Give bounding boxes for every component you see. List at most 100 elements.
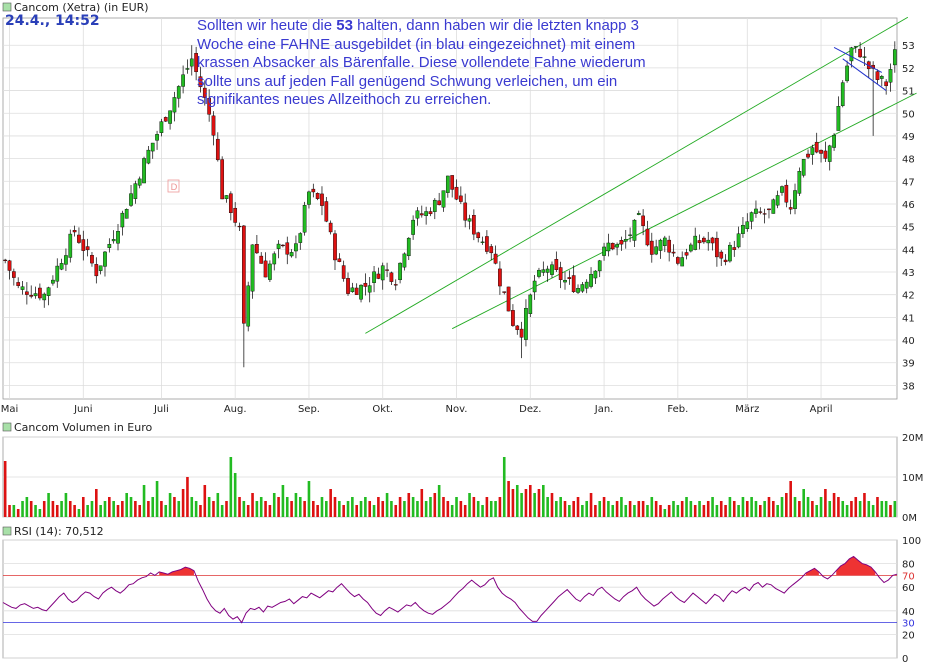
volume-bar	[663, 509, 667, 517]
volume-bar	[837, 497, 840, 517]
volume-bar	[64, 493, 68, 517]
volume-bar	[724, 505, 727, 517]
candle-body	[259, 255, 264, 264]
volume-bar	[90, 501, 94, 517]
candle-body	[762, 213, 767, 215]
volume-bar	[142, 485, 146, 517]
volume-bar	[403, 501, 406, 517]
candle-body	[272, 253, 277, 265]
volume-bar	[763, 501, 766, 517]
month-label: April	[810, 404, 833, 415]
candle-body	[228, 193, 233, 214]
candle-body	[367, 285, 372, 293]
volume-bar	[455, 497, 458, 517]
candle-body	[602, 246, 606, 256]
volume-bar	[641, 501, 645, 517]
volume-bar	[646, 505, 649, 517]
candle-body	[302, 205, 307, 233]
volume-bar	[702, 505, 706, 517]
candle-body	[528, 294, 533, 314]
candle-body	[645, 228, 650, 246]
volume-bar	[802, 489, 805, 517]
volume-bar	[437, 485, 441, 517]
candle-body	[437, 200, 441, 206]
candle-body	[16, 282, 21, 286]
price-ytick-label: 49	[902, 132, 915, 143]
candle-body	[72, 230, 77, 233]
volume-bar	[598, 501, 602, 517]
candle-body	[567, 277, 572, 279]
volume-bar	[207, 497, 211, 517]
volume-bar	[863, 493, 866, 517]
volume-bar	[767, 497, 771, 517]
volume-bar	[125, 493, 128, 517]
volume-bar	[845, 505, 849, 517]
volume-bar	[811, 501, 814, 517]
volume-bar	[550, 493, 554, 517]
volume-bar	[364, 497, 367, 517]
candle-body	[324, 201, 329, 222]
candle-body	[519, 328, 524, 338]
volume-bar	[537, 489, 541, 517]
volume-bar	[359, 501, 363, 517]
volume-bar	[385, 493, 389, 517]
volume-bar	[650, 497, 654, 517]
volume-bar	[693, 505, 697, 517]
candle-body	[255, 244, 259, 254]
volume-bar	[602, 497, 606, 517]
candle-body	[64, 255, 68, 265]
candle-body	[285, 242, 290, 255]
volume-bar	[216, 493, 220, 517]
candle-body	[636, 213, 641, 215]
volume-bar	[737, 505, 740, 517]
volume-bar	[277, 497, 280, 517]
volume-bar	[815, 505, 819, 517]
candle-body	[220, 159, 225, 200]
candle-body	[827, 145, 832, 162]
volume-bar	[628, 501, 632, 517]
candle-body	[884, 81, 888, 87]
annotation-before: Sollten wir heute die	[197, 17, 337, 34]
candle-body	[3, 259, 8, 261]
volume-bar	[676, 505, 680, 517]
volume-bar	[472, 497, 476, 517]
rsi-ref-label: 30	[902, 619, 915, 630]
volume-bar	[311, 501, 315, 517]
volume-bar	[433, 493, 437, 517]
candle-body	[606, 242, 611, 252]
volume-bar	[272, 493, 276, 517]
candle-body	[81, 239, 86, 251]
volume-bar	[494, 501, 497, 517]
candle-body	[346, 278, 350, 294]
candle-body	[506, 286, 511, 312]
volume-bar	[325, 501, 328, 517]
volume-bar	[715, 505, 719, 517]
volume-bar	[290, 501, 293, 517]
candle-body	[450, 175, 455, 190]
candle-body	[29, 294, 34, 297]
volume-bar	[47, 493, 50, 517]
rsi-plot-frame	[2, 539, 898, 659]
candle-body	[515, 325, 520, 330]
candle-body	[780, 186, 784, 193]
volume-bar	[268, 505, 272, 517]
candle-body	[732, 247, 737, 250]
candle-body	[454, 186, 459, 200]
candle-body	[654, 246, 658, 255]
annotation-bold: 53	[336, 17, 353, 34]
volume-bar	[476, 501, 480, 517]
volume-bar	[850, 501, 853, 517]
candle-body	[888, 69, 893, 83]
volume-bar	[177, 501, 181, 517]
volume-bar	[342, 505, 345, 517]
volume-bar	[711, 497, 714, 517]
candle-body	[380, 265, 385, 281]
candle-body	[476, 232, 481, 239]
volume-bar	[420, 489, 424, 517]
volume-bar	[186, 477, 189, 517]
volume-bar	[745, 501, 749, 517]
volume-bar	[16, 509, 20, 517]
month-label: Aug.	[224, 404, 247, 415]
rsi-ytick-label: 80	[902, 560, 915, 571]
candle-body	[706, 239, 711, 244]
